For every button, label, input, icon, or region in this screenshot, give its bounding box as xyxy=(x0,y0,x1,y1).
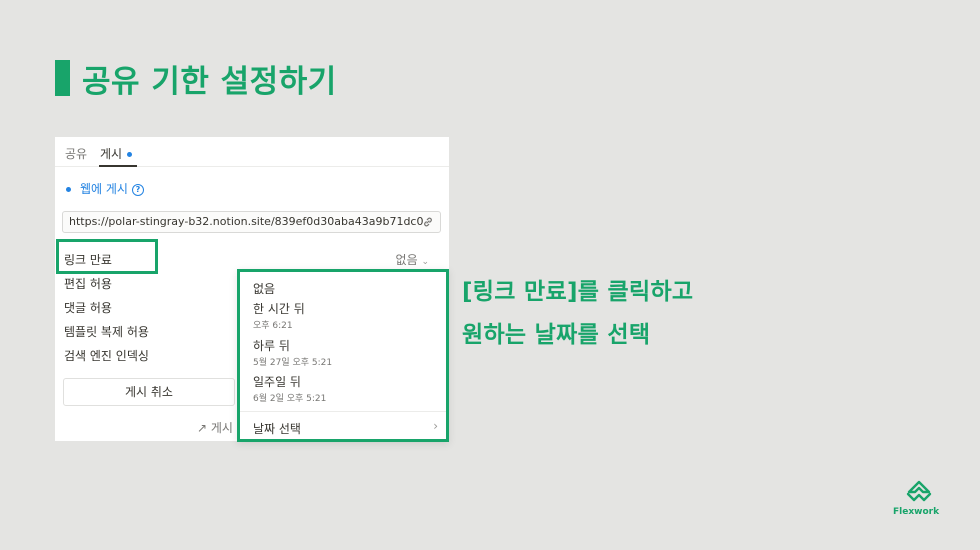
tab-publish[interactable]: 게시 xyxy=(100,145,133,162)
expiry-option-one-week-time: 6월 2일 오후 5:21 xyxy=(253,394,327,404)
tab-share[interactable]: 공유 xyxy=(65,145,87,162)
tab-publish-label: 게시 xyxy=(100,147,123,161)
expiry-dropdown: 없음 한 시간 뒤 오후 6:21 하루 뒤 5월 27일 오후 5:21 일주… xyxy=(237,269,449,442)
instruction-line-1: [링크 만료]를 클릭하고 xyxy=(462,279,694,305)
published-status: 웹에 게시? xyxy=(66,180,144,197)
option-allow-edit[interactable]: 편집 허용 xyxy=(64,275,112,292)
link-expiry-value[interactable]: 없음 ⌄ xyxy=(396,251,429,268)
option-search-indexing[interactable]: 검색 엔진 인덱싱 xyxy=(64,347,149,364)
question-circle-icon[interactable]: ? xyxy=(131,183,144,196)
published-dot-icon xyxy=(127,152,133,157)
share-tabs: 공유 게시 xyxy=(55,137,449,167)
chevron-right-icon: › xyxy=(433,419,438,433)
unpublish-button[interactable]: 게시 취소 xyxy=(63,378,235,406)
brand-name: Flexwork xyxy=(893,507,940,517)
dropdown-divider xyxy=(240,411,446,412)
flexwork-logo-icon xyxy=(906,480,932,502)
copy-link-icon[interactable] xyxy=(422,212,434,232)
published-url-field[interactable]: https://polar-stingray-b32.notion.site/8… xyxy=(62,211,441,233)
option-allow-duplicate[interactable]: 템플릿 복제 허용 xyxy=(64,323,149,340)
option-allow-comments[interactable]: 댓글 허용 xyxy=(64,299,112,316)
status-dot-icon xyxy=(66,187,71,192)
published-label: 웹에 게시 xyxy=(80,182,128,196)
link-expiry-value-text: 없음 xyxy=(395,253,418,267)
expiry-option-one-week[interactable]: 일주일 뒤 xyxy=(253,373,301,390)
chevron-down-icon: ⌄ xyxy=(421,257,429,267)
expiry-option-one-hour-time: 오후 6:21 xyxy=(253,321,293,331)
expiry-option-one-day[interactable]: 하루 뒤 xyxy=(253,337,290,354)
published-url: https://polar-stingray-b32.notion.site/8… xyxy=(69,215,423,228)
title-accent-bar xyxy=(55,60,70,96)
expiry-option-pick-date[interactable]: 날짜 선택 xyxy=(253,420,301,437)
slide-title: 공유 기한 설정하기 xyxy=(82,64,337,100)
tab-active-underline xyxy=(99,165,137,167)
expiry-option-one-day-time: 5월 27일 오후 5:21 xyxy=(253,358,333,368)
instruction-line-2: 원하는 날짜를 선택 xyxy=(462,322,651,348)
expiry-option-none[interactable]: 없음 xyxy=(253,280,275,297)
link-expiry-highlight xyxy=(56,239,158,274)
view-site-link[interactable]: ↗ 게시 xyxy=(197,419,233,436)
expiry-option-one-hour[interactable]: 한 시간 뒤 xyxy=(253,300,305,317)
